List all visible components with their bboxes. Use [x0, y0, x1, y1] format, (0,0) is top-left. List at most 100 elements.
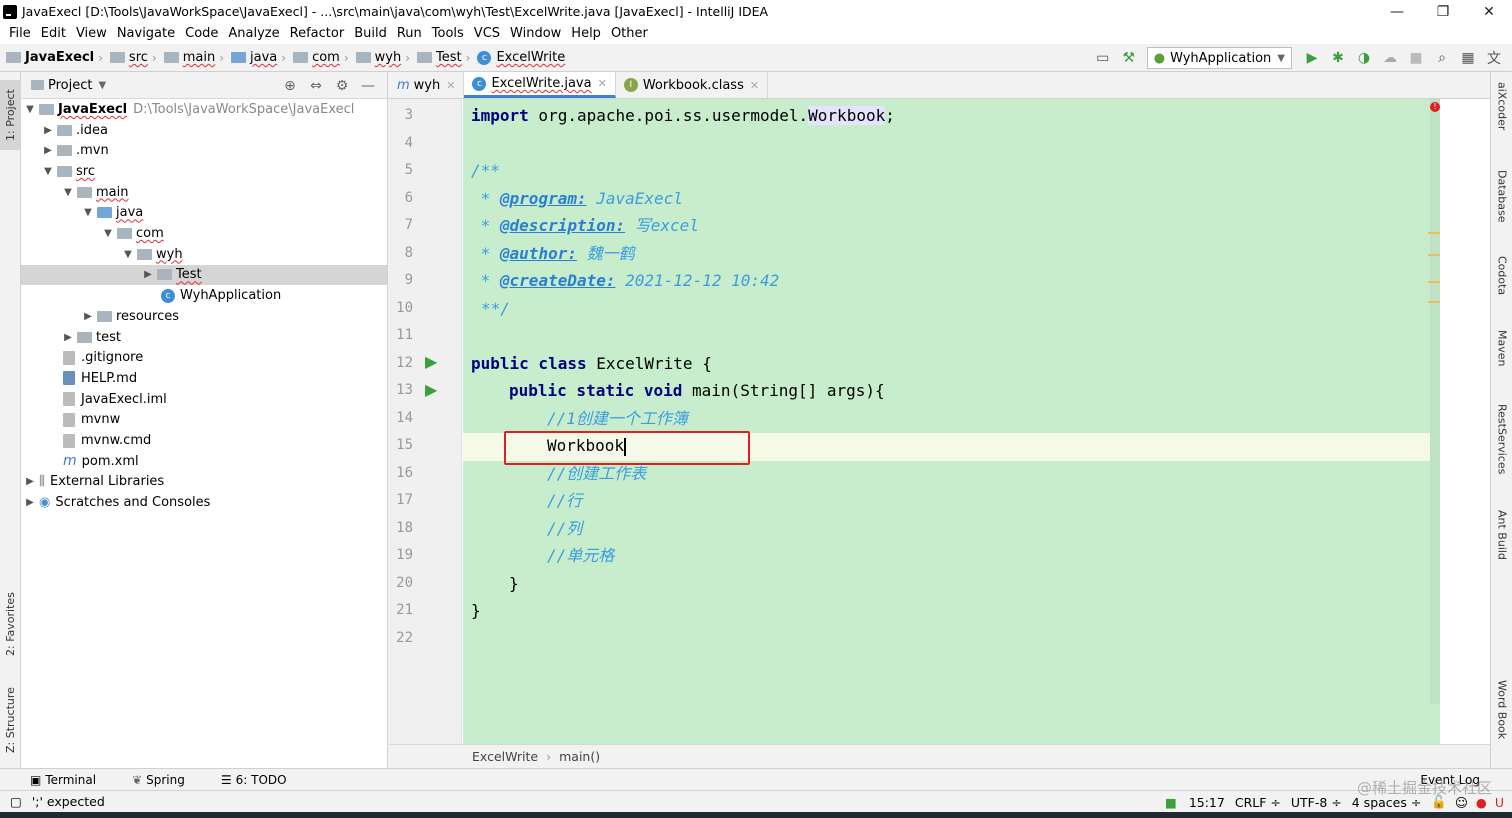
- minimize-button[interactable]: —: [1374, 0, 1420, 23]
- tree-item-wyh[interactable]: ▼ wyh: [21, 244, 387, 265]
- menu-analyze[interactable]: Analyze: [223, 26, 284, 41]
- project-structure-icon[interactable]: ▦: [1456, 46, 1480, 70]
- run-class-icon[interactable]: ▶: [425, 352, 437, 371]
- nav-crumb-com[interactable]: com ›: [293, 50, 352, 65]
- tree-item-src[interactable]: ▼ src: [21, 161, 387, 182]
- tab-project[interactable]: 1: Project: [0, 80, 21, 150]
- tab-excelwrite[interactable]: c ExcelWrite.java ✕: [464, 72, 616, 98]
- nav-crumb-src[interactable]: src ›: [109, 50, 160, 65]
- menu-edit[interactable]: Edit: [36, 26, 71, 41]
- tab-ant-build[interactable]: Ant Build: [1491, 510, 1512, 576]
- file-encoding[interactable]: UTF-8 ÷: [1291, 795, 1342, 810]
- run-main-icon[interactable]: ▶: [425, 380, 437, 399]
- tree-item-gitignore[interactable]: .gitignore: [21, 347, 387, 368]
- tab-maven[interactable]: Maven: [1491, 330, 1512, 382]
- menu-file[interactable]: File: [4, 26, 36, 41]
- tree-item-test-dir[interactable]: ▶ test: [21, 327, 387, 348]
- tree-item-test[interactable]: ▶ Test: [21, 264, 387, 286]
- close-tab-icon[interactable]: ✕: [750, 79, 759, 92]
- stop-icon[interactable]: ■: [1404, 46, 1428, 70]
- build-hammer-icon[interactable]: ⚒: [1117, 46, 1141, 70]
- editor-scrollbar[interactable]: [1430, 99, 1440, 704]
- menu-view[interactable]: View: [71, 26, 112, 41]
- tab-todo[interactable]: ☰ 6: TODO: [221, 773, 305, 787]
- tree-item-main[interactable]: ▼ main: [21, 182, 387, 203]
- close-tab-icon[interactable]: ✕: [446, 79, 455, 92]
- tree-item-pom[interactable]: m pom.xml: [21, 451, 387, 472]
- warning-marker[interactable]: [1428, 254, 1440, 256]
- debug-icon[interactable]: ✱: [1326, 46, 1350, 70]
- tab-favorites[interactable]: 2: Favorites: [0, 587, 21, 662]
- tree-label: mvnw.cmd: [81, 433, 152, 449]
- error-indicator-icon[interactable]: !: [1430, 102, 1440, 112]
- search-icon[interactable]: ⌕: [1430, 46, 1454, 70]
- menu-code[interactable]: Code: [180, 26, 223, 41]
- nav-crumb-excelwrite[interactable]: c ExcelWrite: [477, 50, 565, 65]
- tab-codota[interactable]: Codota: [1491, 256, 1512, 312]
- translate-icon[interactable]: 文: [1482, 46, 1506, 70]
- tree-item-javaexecl[interactable]: ▼ JavaExecl D:\Tools\JavaWorkSpace\JavaExe…: [21, 99, 387, 120]
- nav-crumb-main[interactable]: main ›: [163, 50, 227, 65]
- tab-workbook-class[interactable]: I Workbook.class ✕: [616, 72, 769, 98]
- close-tab-icon[interactable]: ✕: [598, 77, 607, 90]
- scratches-icon: ◉: [39, 495, 51, 511]
- tree-item-com[interactable]: ▼ com: [21, 223, 387, 244]
- tree-item-scratches[interactable]: ▶ ◉ Scratches and Consoles: [21, 492, 387, 513]
- tab-wyh[interactable]: m wyh ✕: [389, 72, 465, 98]
- tab-restservices[interactable]: RestServices: [1491, 404, 1512, 494]
- tree-item-mvnw[interactable]: mvnw: [21, 410, 387, 431]
- tree-item-external-libraries[interactable]: ▶ ⫼ External Libraries: [21, 472, 387, 493]
- menu-build[interactable]: Build: [349, 26, 392, 41]
- tree-item-idea[interactable]: ▶ .idea: [21, 120, 387, 141]
- close-button[interactable]: ✕: [1466, 0, 1512, 23]
- run-icon[interactable]: ▶: [1300, 46, 1324, 70]
- tab-structure[interactable]: Z: Structure: [0, 680, 21, 760]
- menu-refactor[interactable]: Refactor: [285, 26, 350, 41]
- locate-icon[interactable]: ⊕: [277, 78, 303, 94]
- hide-icon[interactable]: —: [355, 78, 381, 94]
- gear-icon[interactable]: ⚙: [329, 78, 355, 94]
- restore-button[interactable]: ❐: [1420, 0, 1466, 23]
- breadcrumb-class[interactable]: ExcelWrite: [472, 749, 538, 764]
- nav-crumb-test[interactable]: Test ›: [417, 50, 473, 65]
- tab-spring[interactable]: ❦ Spring: [132, 773, 203, 787]
- warning-marker[interactable]: [1428, 301, 1440, 303]
- run-config-select[interactable]: ● WyhApplication ▼: [1146, 47, 1292, 69]
- project-panel-title[interactable]: Project: [48, 78, 92, 93]
- chevron-right-icon: ›: [405, 50, 411, 65]
- chevron-down-icon[interactable]: ▼: [98, 80, 106, 91]
- menu-window[interactable]: Window: [505, 26, 566, 41]
- profile-icon[interactable]: ☁: [1378, 46, 1402, 70]
- nav-crumb-java[interactable]: java ›: [231, 50, 289, 65]
- warning-marker[interactable]: [1428, 281, 1440, 283]
- warning-marker[interactable]: [1428, 232, 1440, 234]
- tree-item-java[interactable]: ▼ java: [21, 203, 387, 224]
- plugin-icon[interactable]: U: [1495, 795, 1504, 810]
- tree-item-iml[interactable]: JavaExecl.iml: [21, 389, 387, 410]
- layout-icon[interactable]: ▭: [1091, 46, 1115, 70]
- tree-item-resources[interactable]: ▶ resources: [21, 306, 387, 327]
- codota-status-icon[interactable]: ■: [1165, 795, 1177, 810]
- menu-navigate[interactable]: Navigate: [112, 26, 180, 41]
- menu-other[interactable]: Other: [606, 26, 653, 41]
- status-window-icon[interactable]: ▢: [10, 794, 22, 809]
- nav-crumb-project[interactable]: JavaExecl ›: [6, 50, 106, 65]
- menu-tools[interactable]: Tools: [427, 26, 469, 41]
- tree-item-mvn[interactable]: ▶ .mvn: [21, 140, 387, 161]
- menu-help[interactable]: Help: [566, 26, 606, 41]
- tab-word-book[interactable]: Word Book: [1491, 680, 1512, 756]
- tab-aixcoder[interactable]: aiXcoder: [1491, 82, 1512, 162]
- breadcrumb-method[interactable]: main(): [559, 749, 600, 764]
- coverage-icon[interactable]: ◑: [1352, 46, 1376, 70]
- menu-vcs[interactable]: VCS: [469, 26, 505, 41]
- collapse-all-icon[interactable]: ⇔: [303, 78, 329, 94]
- nav-crumb-wyh[interactable]: wyh ›: [355, 50, 413, 65]
- caret-position[interactable]: 15:17: [1189, 795, 1225, 810]
- tab-terminal[interactable]: ▣ Terminal: [30, 773, 114, 787]
- tab-database[interactable]: Database: [1491, 170, 1512, 240]
- menu-run[interactable]: Run: [392, 26, 427, 41]
- line-separator[interactable]: CRLF ÷: [1235, 795, 1281, 810]
- tree-item-wyhapplication[interactable]: c WyhApplication: [21, 285, 387, 306]
- tree-item-mvnw-cmd[interactable]: mvnw.cmd: [21, 430, 387, 451]
- tree-item-help-md[interactable]: HELP.md: [21, 368, 387, 389]
